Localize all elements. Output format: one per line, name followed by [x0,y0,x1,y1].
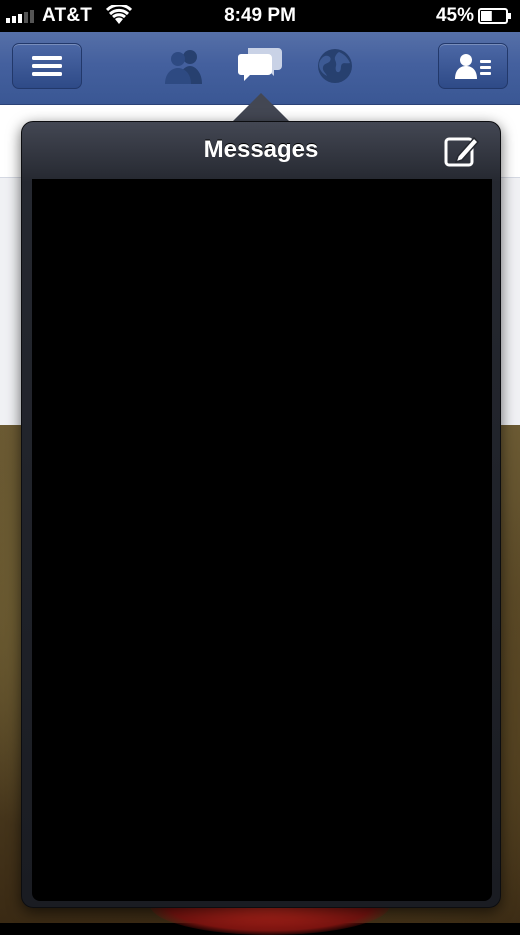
contacts-icon [455,54,491,79]
friend-requests-icon[interactable] [161,46,207,86]
popover-arrow [232,93,290,122]
menu-icon [32,56,62,76]
status-bar: AT&T 8:49 PM 45% [0,0,520,32]
contacts-button[interactable] [438,43,508,89]
messages-icon[interactable] [238,44,284,84]
menu-button[interactable] [12,43,82,89]
globe-icon[interactable] [313,46,359,86]
messages-list[interactable] [32,179,492,901]
popover-title: Messages [203,136,319,163]
battery-percentage: 45% [435,5,474,26]
messages-popover: Messages [21,121,501,908]
battery-icon [478,8,511,24]
compose-icon[interactable] [444,134,480,168]
